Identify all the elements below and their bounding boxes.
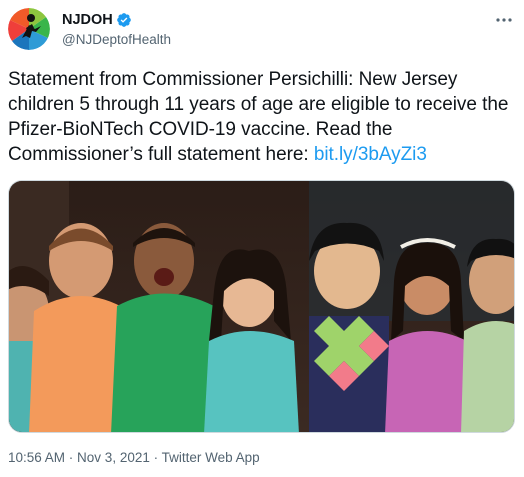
tweet-body: Statement from Commissioner Persichilli:… <box>8 69 509 165</box>
tweet-header: NJDOH @NJDeptofHealth <box>8 8 516 54</box>
tweet-time[interactable]: 10:56 AM <box>8 450 65 465</box>
handle[interactable]: @NJDeptofHealth <box>62 32 171 47</box>
meta-separator: · <box>149 450 162 465</box>
children-group-photo <box>9 181 514 432</box>
tweet-text: Statement from Commissioner Persichilli:… <box>8 67 516 167</box>
tweet-date[interactable]: Nov 3, 2021 <box>77 450 150 465</box>
tweet-media-photo[interactable] <box>8 180 515 433</box>
display-name-row: NJDOH <box>62 11 171 29</box>
tweet-meta: 10:56 AM · Nov 3, 2021 · Twitter Web App <box>8 450 260 465</box>
display-name[interactable]: NJDOH <box>62 12 113 28</box>
more-options-button[interactable] <box>494 12 514 28</box>
meta-separator: · <box>65 450 78 465</box>
avatar[interactable] <box>8 8 50 50</box>
verified-badge-icon <box>116 13 131 27</box>
njdoh-logo-icon <box>8 8 50 50</box>
more-options-icon <box>496 18 512 22</box>
tweet-source: Twitter Web App <box>161 450 260 465</box>
tweet: NJDOH @NJDeptofHealth Statement from Com… <box>0 0 524 477</box>
account-names: NJDOH @NJDeptofHealth <box>62 11 171 47</box>
tweet-link[interactable]: bit.ly/3bAyZi3 <box>314 144 427 165</box>
